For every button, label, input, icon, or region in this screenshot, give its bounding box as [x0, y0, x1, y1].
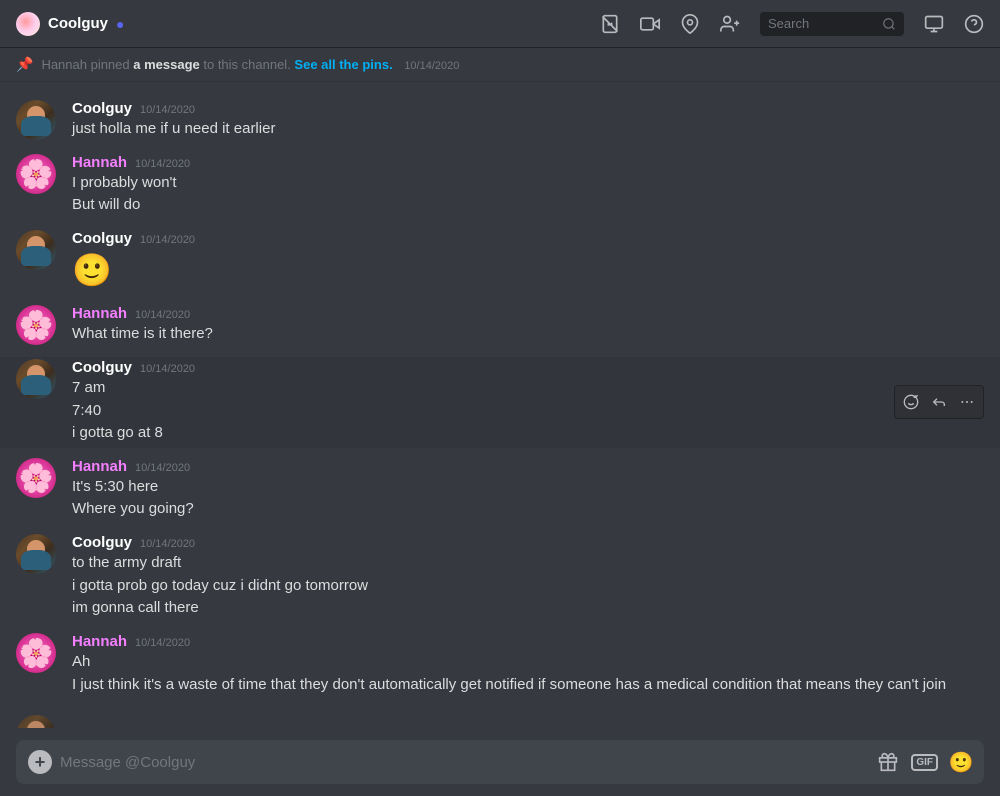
- message-text: i gotta go at 8: [72, 423, 984, 444]
- gif-button[interactable]: GIF: [911, 754, 938, 771]
- message-text: Ah: [72, 652, 984, 673]
- message-group: [0, 713, 1000, 728]
- message-timestamp: 10/14/2020: [140, 104, 195, 116]
- avatar-hannah: [16, 305, 56, 345]
- message-content: [72, 715, 984, 728]
- message-text: to the army draft: [72, 553, 984, 574]
- message-author: Hannah: [72, 305, 127, 322]
- message-header: Coolguy 10/14/2020: [72, 359, 984, 376]
- avatar-coolguy: [16, 715, 56, 728]
- message-author: Hannah: [72, 458, 127, 475]
- avatar-hannah: [16, 633, 56, 673]
- reply-button[interactable]: [927, 390, 951, 414]
- input-area: + GIF 🙂: [0, 728, 1000, 796]
- message-timestamp: 10/14/2020: [135, 637, 190, 649]
- message-author: Coolguy: [72, 359, 132, 376]
- message-header: Hannah 10/14/2020: [72, 305, 984, 322]
- add-friend-icon[interactable]: [720, 14, 740, 34]
- message-group: Coolguy 10/14/2020 just holla me if u ne…: [0, 98, 1000, 144]
- message-header: Hannah 10/14/2020: [72, 633, 984, 650]
- message-header: Hannah 10/14/2020: [72, 154, 984, 171]
- see-all-pins-link[interactable]: See all the pins.: [294, 57, 392, 72]
- topbar: Coolguy ●: [0, 0, 1000, 48]
- message-text: im gonna call there: [72, 598, 984, 619]
- pin-icon[interactable]: [680, 14, 700, 34]
- message-text: I just think it's a waste of time that t…: [72, 675, 984, 696]
- message-group: Hannah 10/14/2020 It's 5:30 here Where y…: [0, 456, 1000, 524]
- message-header: Coolguy 10/14/2020: [72, 230, 984, 247]
- message-text: 7 am: [72, 378, 984, 399]
- message-group: Coolguy 10/14/2020 7 am 7:40 i gotta go …: [0, 357, 1000, 448]
- message-group: Hannah 10/14/2020 I probably won't But w…: [0, 152, 1000, 220]
- message-timestamp: 10/14/2020: [135, 462, 190, 474]
- avatar-coolguy: [16, 230, 56, 270]
- message-text: 7:40: [72, 401, 984, 422]
- message-timestamp: 10/14/2020: [135, 309, 190, 321]
- topbar-avatar: [16, 12, 40, 36]
- message-timestamp: 10/14/2020: [140, 538, 195, 550]
- pin-text: Hannah pinned a message to this channel.…: [41, 57, 459, 72]
- message-text: I probably won't: [72, 173, 984, 194]
- message-timestamp: 10/14/2020: [140, 234, 195, 246]
- message-input[interactable]: [60, 754, 869, 771]
- pin-icon-small: 📌: [16, 56, 33, 73]
- message-header: Coolguy 10/14/2020: [72, 534, 984, 551]
- input-box: + GIF 🙂: [16, 740, 984, 784]
- message-text: It's 5:30 here: [72, 477, 984, 498]
- topbar-verified-icon: ●: [116, 16, 124, 32]
- attach-button[interactable]: +: [28, 750, 52, 774]
- avatar-coolguy: [16, 100, 56, 140]
- avatar-coolguy: [16, 359, 56, 399]
- inbox-icon[interactable]: [924, 14, 944, 34]
- message-group: Coolguy 10/14/2020 to the army draft i g…: [0, 532, 1000, 623]
- topbar-username: Coolguy: [48, 15, 108, 32]
- pinned-notification: 📌 Hannah pinned a message to this channe…: [0, 48, 1000, 82]
- gift-icon[interactable]: [877, 751, 899, 773]
- avatar-coolguy: [16, 534, 56, 574]
- message-content: Coolguy 10/14/2020 just holla me if u ne…: [72, 100, 984, 142]
- search-placeholder: Search: [768, 16, 878, 31]
- pinned-timestamp: 10/14/2020: [404, 60, 459, 72]
- message-emoji: 🙂: [72, 251, 984, 289]
- message-author: Hannah: [72, 633, 127, 650]
- phone-slash-icon[interactable]: [600, 14, 620, 34]
- message-group: Coolguy 10/14/2020 🙂: [0, 228, 1000, 295]
- avatar-hannah: [16, 154, 56, 194]
- add-reaction-button[interactable]: [899, 390, 923, 414]
- message-content: Coolguy 10/14/2020 to the army draft i g…: [72, 534, 984, 621]
- message-text: What time is it there?: [72, 324, 984, 345]
- message-content: Coolguy 10/14/2020 7 am 7:40 i gotta go …: [72, 359, 984, 446]
- message-text: But will do: [72, 195, 984, 216]
- message-author: Hannah: [72, 154, 127, 171]
- message-text: just holla me if u need it earlier: [72, 119, 984, 140]
- message-content: Hannah 10/14/2020 It's 5:30 here Where y…: [72, 458, 984, 522]
- message-author: Coolguy: [72, 230, 132, 247]
- search-box[interactable]: Search: [760, 12, 904, 36]
- chat-area: Coolguy 10/14/2020 just holla me if u ne…: [0, 82, 1000, 728]
- message-group: Hannah 10/14/2020 What time is it there?: [0, 303, 1000, 349]
- message-header: Coolguy 10/14/2020: [72, 100, 984, 117]
- input-right-icons: GIF 🙂: [877, 751, 972, 773]
- message-author: Coolguy: [72, 534, 132, 551]
- message-content: Coolguy 10/14/2020 🙂: [72, 230, 984, 293]
- emoji-button[interactable]: 🙂: [950, 751, 972, 773]
- message-header: Hannah 10/14/2020: [72, 458, 984, 475]
- message-group: Hannah 10/14/2020 Ah I just think it's a…: [0, 631, 1000, 705]
- message-actions: [894, 385, 984, 419]
- avatar-hannah: [16, 458, 56, 498]
- message-author: Coolguy: [72, 100, 132, 117]
- message-timestamp: 10/14/2020: [135, 158, 190, 170]
- more-options-button[interactable]: [955, 390, 979, 414]
- message-content: Hannah 10/14/2020 What time is it there?: [72, 305, 984, 347]
- message-text: Where you going?: [72, 499, 984, 520]
- message-text: i gotta prob go today cuz i didnt go tom…: [72, 576, 984, 597]
- topbar-icons: Search: [600, 12, 984, 36]
- video-icon[interactable]: [640, 14, 660, 34]
- help-icon[interactable]: [964, 14, 984, 34]
- message-timestamp: 10/14/2020: [140, 363, 195, 375]
- topbar-left: Coolguy ●: [16, 12, 124, 36]
- message-content: Hannah 10/14/2020 Ah I just think it's a…: [72, 633, 984, 697]
- search-icon: [882, 17, 896, 31]
- message-content: Hannah 10/14/2020 I probably won't But w…: [72, 154, 984, 218]
